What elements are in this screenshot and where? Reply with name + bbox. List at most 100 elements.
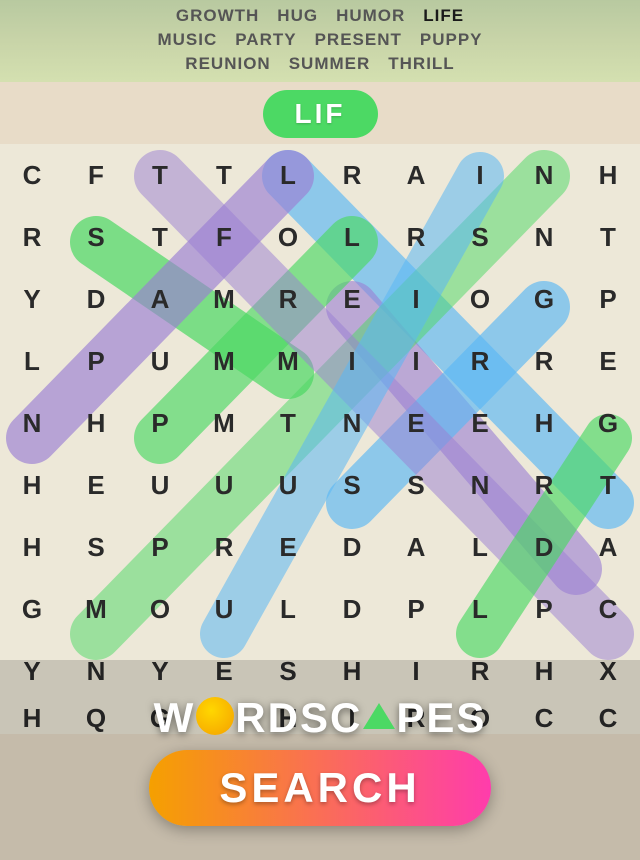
grid-cell-40: N <box>0 392 64 454</box>
grid-cell-79: C <box>576 579 640 641</box>
word-summer: SUMMER <box>289 54 371 74</box>
word-humor: HUMOR <box>336 6 405 26</box>
grid-cell-17: S <box>448 206 512 268</box>
grid-cell-36: I <box>384 330 448 392</box>
grid-cell-41: H <box>64 392 128 454</box>
grid-cell-33: M <box>192 330 256 392</box>
word-row-1: GROWTH HUG HUMOR LIFE <box>0 4 640 28</box>
grid-cell-74: L <box>256 579 320 641</box>
grid-cell-0: C <box>0 144 64 206</box>
grid-cell-14: O <box>256 206 320 268</box>
grid-cell-55: S <box>320 455 384 517</box>
search-button[interactable]: SEARCH <box>149 750 490 826</box>
grid-cell-21: D <box>64 268 128 330</box>
grid-cell-9: H <box>576 144 640 206</box>
grid-cell-6: A <box>384 144 448 206</box>
grid-cell-22: A <box>128 268 192 330</box>
grid-cell-19: T <box>576 206 640 268</box>
grid-cell-11: S <box>64 206 128 268</box>
grid-cell-26: I <box>384 268 448 330</box>
grid-cell-28: G <box>512 268 576 330</box>
grid-cell-23: M <box>192 268 256 330</box>
word-life: LIFE <box>423 6 464 26</box>
grid-cell-34: M <box>256 330 320 392</box>
word-thrill: THRILL <box>388 54 454 74</box>
title-a-triangle <box>363 703 395 729</box>
grid-cell-10: R <box>0 206 64 268</box>
grid-cell-57: N <box>448 455 512 517</box>
word-row-3: REUNION SUMMER THRILL <box>0 52 640 76</box>
grid-cell-66: A <box>384 517 448 579</box>
grid-cell-13: F <box>192 206 256 268</box>
grid-cell-46: E <box>384 392 448 454</box>
grid-cell-39: E <box>576 330 640 392</box>
grid-cell-71: M <box>64 579 128 641</box>
grid-container[interactable]: CFTTLRAINHRSTFOLRSNTYDAMREIOGPLPUMMIIRRE… <box>0 144 640 734</box>
grid-cell-49: G <box>576 392 640 454</box>
grid-cell-54: U <box>256 455 320 517</box>
grid-cell-78: P <box>512 579 576 641</box>
title-w: W <box>154 694 196 742</box>
word-party: PARTY <box>235 30 296 50</box>
title-pes: PES <box>396 694 486 742</box>
grid-cell-52: U <box>128 455 192 517</box>
grid-cell-1: F <box>64 144 128 206</box>
grid-cell-77: L <box>448 579 512 641</box>
grid-cell-60: H <box>0 517 64 579</box>
grid-cell-47: E <box>448 392 512 454</box>
logo-section: W RDSC PES SEARCH <box>0 660 640 860</box>
grid-cell-67: L <box>448 517 512 579</box>
grid-cell-7: I <box>448 144 512 206</box>
grid-cell-3: T <box>192 144 256 206</box>
current-word-container: LIF <box>0 82 640 144</box>
word-growth: GROWTH <box>176 6 259 26</box>
grid-cell-20: Y <box>0 268 64 330</box>
grid-cell-51: E <box>64 455 128 517</box>
grid-cell-32: U <box>128 330 192 392</box>
grid-cell-2: T <box>128 144 192 206</box>
grid-cell-4: L <box>256 144 320 206</box>
current-word-badge: LIF <box>263 90 378 138</box>
word-reunion: REUNION <box>185 54 270 74</box>
word-hug: HUG <box>277 6 318 26</box>
grid-cell-56: S <box>384 455 448 517</box>
grid-cell-76: P <box>384 579 448 641</box>
grid-cell-62: P <box>128 517 192 579</box>
grid-cell-44: T <box>256 392 320 454</box>
word-music: MUSIC <box>157 30 217 50</box>
word-row-2: MUSIC PARTY PRESENT PUPPY <box>0 28 640 52</box>
word-puppy: PUPPY <box>420 30 483 50</box>
grid-cell-73: U <box>192 579 256 641</box>
letter-grid: CFTTLRAINHRSTFOLRSNTYDAMREIOGPLPUMMIIRRE… <box>0 144 640 734</box>
grid-cell-72: O <box>128 579 192 641</box>
grid-cell-38: R <box>512 330 576 392</box>
grid-cell-15: L <box>320 206 384 268</box>
grid-cell-30: L <box>0 330 64 392</box>
grid-cell-24: R <box>256 268 320 330</box>
grid-cell-16: R <box>384 206 448 268</box>
grid-cell-35: I <box>320 330 384 392</box>
word-present: PRESENT <box>315 30 402 50</box>
grid-cell-48: H <box>512 392 576 454</box>
title-o-circle <box>196 697 234 735</box>
grid-cell-27: O <box>448 268 512 330</box>
grid-cell-25: E <box>320 268 384 330</box>
grid-cell-59: T <box>576 455 640 517</box>
grid-cell-64: E <box>256 517 320 579</box>
grid-cell-75: D <box>320 579 384 641</box>
grid-cell-42: P <box>128 392 192 454</box>
grid-cell-63: R <box>192 517 256 579</box>
grid-cell-68: D <box>512 517 576 579</box>
grid-cell-65: D <box>320 517 384 579</box>
grid-cell-45: N <box>320 392 384 454</box>
grid-cell-43: M <box>192 392 256 454</box>
grid-cell-37: R <box>448 330 512 392</box>
grid-cell-31: P <box>64 330 128 392</box>
grid-cell-53: U <box>192 455 256 517</box>
grid-cell-8: N <box>512 144 576 206</box>
grid-cell-5: R <box>320 144 384 206</box>
grid-cell-70: G <box>0 579 64 641</box>
grid-cell-69: A <box>576 517 640 579</box>
title-rdsc: RDSC <box>235 694 362 742</box>
grid-cell-29: P <box>576 268 640 330</box>
